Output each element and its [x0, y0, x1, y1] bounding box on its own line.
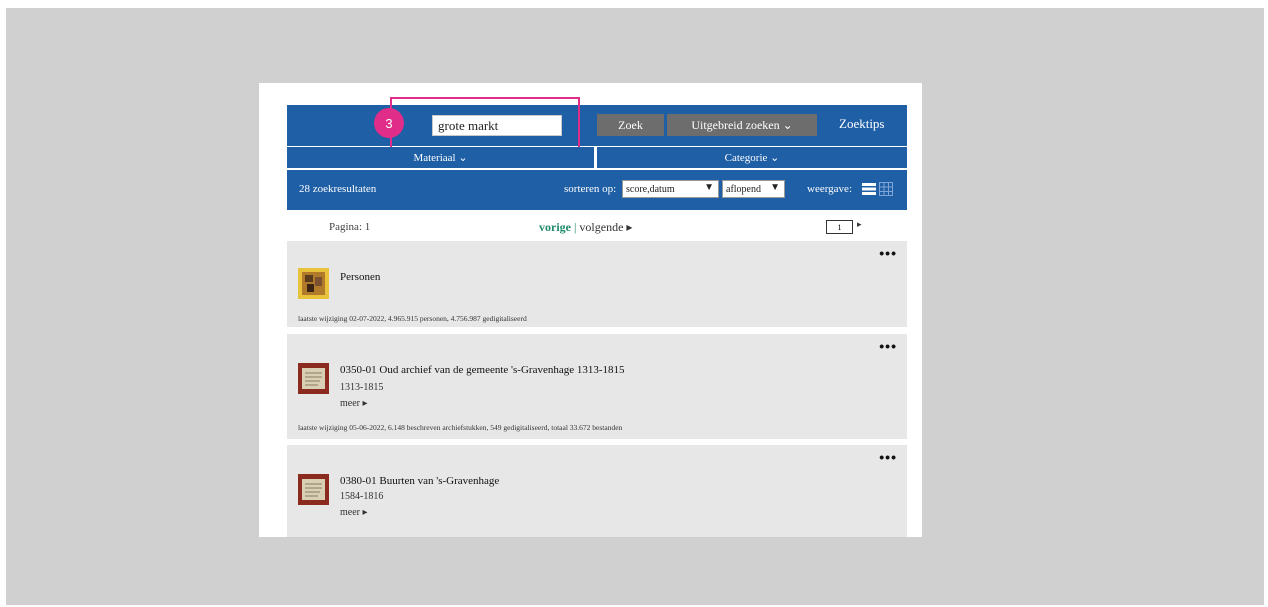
result-card-buurten[interactable]: ••• 0380-01 Buurten van 's-Gravenhage 15… [287, 445, 907, 537]
sort-order-select[interactable]: aflopend ▼ [722, 180, 785, 198]
grid-view-icon[interactable] [879, 182, 893, 196]
card-more-link[interactable]: meer ▸ [340, 507, 368, 518]
card-title[interactable]: Personen [340, 271, 380, 283]
next-link[interactable]: volgende ▸ [579, 220, 632, 234]
page-indicator: Pagina: 1 [329, 221, 371, 233]
view-label: weergave: [807, 183, 852, 195]
archive-thumbnail-icon [298, 363, 329, 394]
card-date-range: 1313-1815 [340, 382, 384, 393]
more-options-icon[interactable]: ••• [879, 338, 897, 354]
step-badge: 3 [374, 108, 404, 138]
card-meta: laatste wijziging 02-07-2022, 4.965.915 … [298, 314, 527, 323]
materiaal-dropdown[interactable]: Materiaal ⌄ [287, 147, 594, 168]
chevron-down-icon: ▼ [704, 182, 714, 193]
archive-search-page: Zoek Uitgebreid zoeken ⌄ Zoektips 3 Mate… [259, 83, 922, 537]
advanced-search-button[interactable]: Uitgebreid zoeken ⌄ [667, 114, 817, 136]
page-number-input[interactable]: 1 [826, 220, 853, 234]
card-more-link[interactable]: meer ▸ [340, 398, 368, 409]
card-meta: laatste wijziging 05-06-2022, 6.148 besc… [298, 423, 623, 432]
list-view-icon[interactable] [862, 182, 876, 196]
pager-separator: | [574, 220, 577, 234]
sort-order-value: aflopend [726, 183, 761, 195]
more-options-icon[interactable]: ••• [879, 245, 897, 261]
go-page-arrow-icon[interactable]: ▸ [857, 219, 862, 230]
card-date-range: 1584-1816 [340, 491, 384, 502]
more-options-icon[interactable]: ••• [879, 449, 897, 465]
categorie-dropdown[interactable]: Categorie ⌄ [597, 147, 907, 168]
chevron-down-icon: ▼ [770, 182, 780, 193]
step-highlight-box [390, 97, 580, 149]
zoektips-link[interactable]: Zoektips [839, 116, 885, 132]
pager: vorige | volgende ▸ [539, 220, 632, 235]
prev-link[interactable]: vorige [539, 220, 571, 234]
sort-label: sorteren op: [564, 183, 617, 195]
sort-field-value: score,datum [626, 183, 675, 195]
results-header: 28 zoekresultaten sorteren op: score,dat… [287, 170, 907, 210]
result-card-oud-archief[interactable]: ••• 0350-01 Oud archief van de gemeente … [287, 334, 907, 439]
archive-thumbnail-icon [298, 474, 329, 505]
sort-field-select[interactable]: score,datum ▼ [622, 180, 719, 198]
result-card-personen[interactable]: ••• Personen laatste wijziging 02-07-202… [287, 241, 907, 327]
personen-thumbnail-icon [298, 268, 329, 299]
zoek-button[interactable]: Zoek [597, 114, 664, 136]
card-title[interactable]: 0380-01 Buurten van 's-Gravenhage [340, 475, 499, 487]
results-count: 28 zoekresultaten [299, 183, 377, 195]
card-title[interactable]: 0350-01 Oud archief van de gemeente 's-G… [340, 364, 625, 376]
